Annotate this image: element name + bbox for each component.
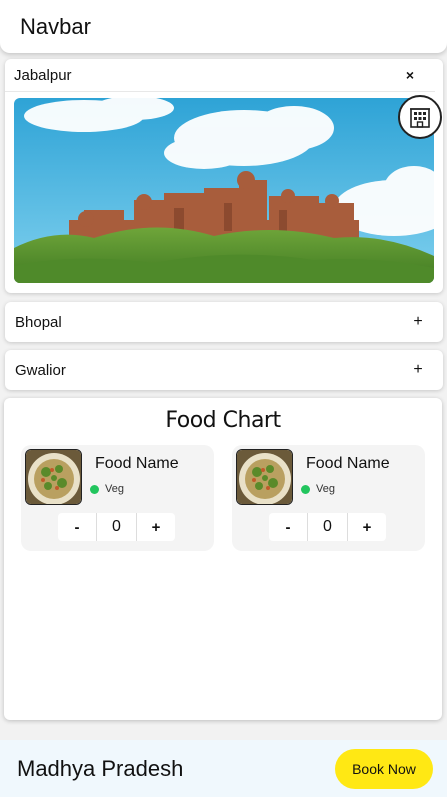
- veg-badge: Veg: [90, 483, 124, 495]
- accordion-header-jabalpur[interactable]: Jabalpur ×: [5, 59, 435, 92]
- book-now-button[interactable]: Book Now: [335, 749, 433, 789]
- accordion-bhopal[interactable]: Bhopal +: [5, 302, 443, 342]
- decrement-button[interactable]: -: [269, 513, 307, 541]
- city-hero-image: [14, 98, 434, 283]
- food-chart-card: Food Chart Food Name Veg - 0 + Food Name…: [4, 398, 442, 720]
- accordion-header-gwalior[interactable]: Gwalior +: [5, 350, 443, 390]
- veg-badge: Veg: [301, 483, 335, 495]
- quantity-value: 0: [307, 513, 348, 541]
- close-icon[interactable]: ×: [401, 67, 419, 83]
- footer-bar: Madhya Pradesh Book Now: [0, 740, 447, 797]
- footer-title: Madhya Pradesh: [17, 756, 184, 781]
- plus-icon[interactable]: +: [409, 361, 427, 379]
- decrement-button[interactable]: -: [58, 513, 96, 541]
- fort-landscape-image: [14, 98, 434, 283]
- food-image: [236, 449, 293, 505]
- veg-dot-icon: [90, 484, 99, 494]
- increment-button[interactable]: +: [348, 513, 386, 541]
- accordion-gwalior[interactable]: Gwalior +: [5, 350, 443, 390]
- food-item: Food Name Veg - 0 +: [21, 445, 214, 551]
- veg-dot-icon: [301, 484, 310, 494]
- quantity-stepper: - 0 +: [58, 513, 175, 541]
- food-type: Veg: [105, 483, 124, 495]
- accordion-label: Gwalior: [15, 361, 66, 379]
- accordion-label: Bhopal: [15, 313, 62, 331]
- food-item: Food Name Veg - 0 +: [232, 445, 425, 551]
- navbar-title: Navbar: [20, 14, 91, 39]
- quantity-value: 0: [96, 513, 137, 541]
- food-name: Food Name: [95, 455, 179, 472]
- accordion-header-bhopal[interactable]: Bhopal +: [5, 302, 443, 342]
- food-name: Food Name: [306, 455, 390, 472]
- accordion-label: Jabalpur: [14, 66, 72, 84]
- navbar: Navbar: [0, 0, 447, 53]
- food-chart-title: Food Chart: [165, 408, 281, 433]
- accordion-jabalpur: Jabalpur ×: [5, 59, 443, 293]
- quantity-stepper: - 0 +: [269, 513, 386, 541]
- hotel-button[interactable]: [398, 95, 442, 139]
- hotel-building-icon: [410, 108, 430, 128]
- food-image: [25, 449, 82, 505]
- plus-icon[interactable]: +: [409, 313, 427, 331]
- increment-button[interactable]: +: [137, 513, 175, 541]
- food-type: Veg: [316, 483, 335, 495]
